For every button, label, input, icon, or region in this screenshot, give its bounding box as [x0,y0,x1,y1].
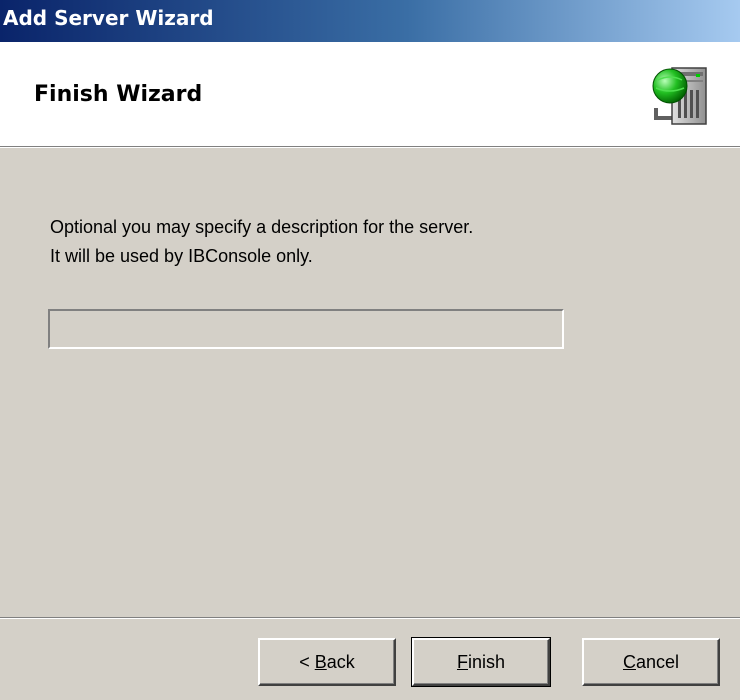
finish-button-mnemonic: F [456,652,468,672]
page-title: Finish Wizard [34,82,203,107]
header-divider-highlight [0,147,740,148]
server-network-icon [652,67,707,125]
back-button[interactable]: < Back [258,638,396,686]
cancel-button-mnemonic: C [622,652,636,672]
title-bar[interactable]: Add Server Wizard [0,0,740,42]
finish-button-label: inish [467,652,506,672]
finish-button[interactable]: Finish [411,637,551,687]
cancel-button[interactable]: Cancel [582,638,720,686]
server-description-input[interactable] [48,309,564,349]
cancel-button-label: ancel [635,652,680,672]
back-button-label: ack [326,652,355,672]
footer-divider-highlight [0,618,740,619]
back-button-mnemonic: B [314,652,327,672]
wizard-header: Finish Wizard [0,42,740,146]
window-title: Add Server Wizard [3,6,214,30]
description-text-line1: Optional you may specify a description f… [50,217,474,237]
description-text-line2: It will be used by IBConsole only. [50,246,313,266]
back-button-prefix: < [299,652,315,672]
